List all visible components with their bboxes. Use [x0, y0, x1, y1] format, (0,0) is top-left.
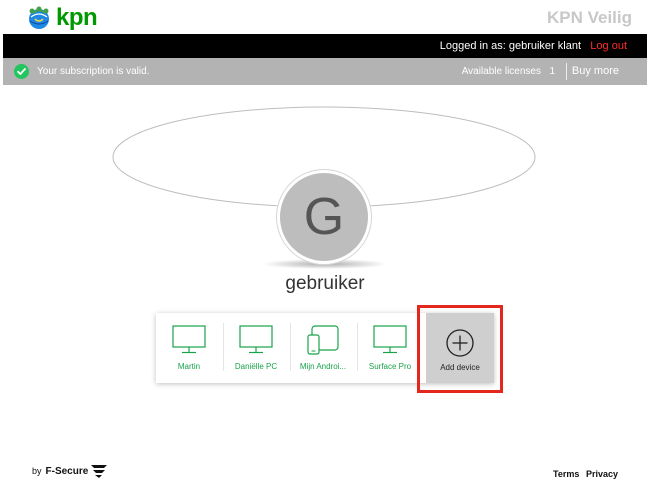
subscription-bar: Your subscription is valid. Available li… [3, 58, 647, 85]
app-header: kpn KPN Veilig [0, 0, 650, 34]
device-label: Martin [177, 362, 201, 371]
privacy-link[interactable]: Privacy [586, 469, 618, 479]
app-title: KPN Veilig [546, 8, 632, 27]
device-danielle-pc[interactable]: Daniëlle PC [223, 313, 289, 383]
device-label: Surface Pro [368, 362, 412, 371]
device-label: Mijn Androi... [299, 362, 347, 371]
device-label: Daniëlle PC [234, 362, 278, 371]
logo-text: kpn [56, 4, 98, 31]
tablet-phone-icon [307, 325, 339, 355]
divider [566, 63, 567, 80]
available-licenses-label: Available licenses [461, 66, 541, 77]
user-avatar[interactable]: G [277, 170, 371, 264]
profile-name: gebruiker [285, 273, 365, 294]
user-bar: Logged in as: gebruiker klant Log out [3, 34, 647, 58]
avatar-initial: G [303, 188, 345, 246]
monitor-icon [239, 325, 273, 354]
footer-brand: by F-Secure [32, 464, 108, 478]
check-circle-icon [14, 64, 29, 79]
f-secure-text: F-Secure [45, 465, 89, 477]
available-licenses-count: 1 [549, 66, 555, 77]
buy-more-link[interactable]: Buy more [572, 65, 619, 77]
monitor-icon [172, 325, 206, 354]
f-secure-logo-icon [91, 465, 108, 478]
kpn-globe-icon [29, 6, 49, 29]
monitor-icon [373, 325, 407, 354]
by-text: by [32, 466, 42, 476]
device-surface-pro[interactable]: Surface Pro [357, 313, 423, 383]
kpn-logo[interactable]: kpn [26, 3, 116, 33]
logout-link[interactable]: Log out [590, 40, 627, 52]
logged-in-text: Logged in as: gebruiker klant [439, 40, 581, 52]
device-mijn-android[interactable]: Mijn Androi... [290, 313, 356, 383]
add-device-highlight-box [417, 305, 503, 393]
device-martin[interactable]: Martin [156, 313, 222, 383]
subscription-status: Your subscription is valid. [37, 66, 150, 77]
terms-link[interactable]: Terms [553, 469, 579, 479]
